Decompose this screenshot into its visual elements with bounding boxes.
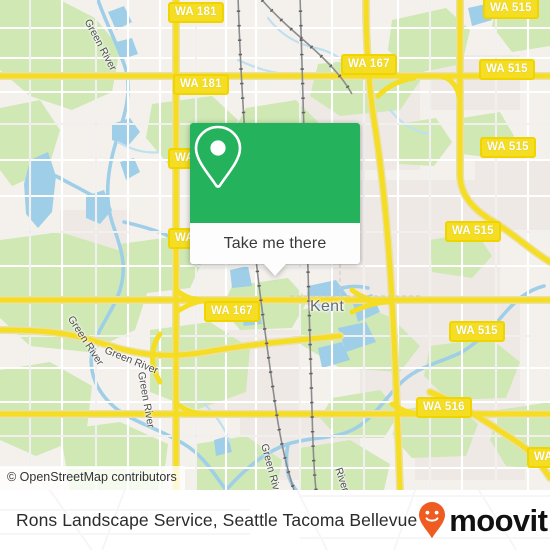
road-shield-wa515[interactable]: WA 515 bbox=[480, 137, 536, 158]
road-shield-wa515[interactable]: WA 515 bbox=[479, 59, 535, 80]
map-attribution[interactable]: © OpenStreetMap contributors bbox=[0, 466, 185, 490]
road-shield-wa515[interactable]: WA 515 bbox=[483, 0, 539, 19]
road-shield-wa181[interactable]: WA 181 bbox=[168, 2, 224, 23]
page-footer: Rons Landscape Service, Seattle Tacoma B… bbox=[0, 490, 550, 550]
map-canvas[interactable]: Kent Green River Green River Green River… bbox=[0, 0, 550, 490]
popup-tail-arrow bbox=[264, 264, 286, 276]
road-shield-wa181[interactable]: WA 181 bbox=[173, 74, 229, 95]
moovit-smiley-pin-icon bbox=[419, 502, 446, 538]
road-shield-wa167[interactable]: WA 167 bbox=[204, 301, 260, 322]
moovit-wordmark: moovit bbox=[449, 502, 548, 538]
road-shield-wa515[interactable]: WA 515 bbox=[445, 221, 501, 242]
place-label-kent: Kent bbox=[310, 298, 345, 315]
road-shield-wa516[interactable]: WA 516 bbox=[416, 397, 472, 418]
map-screenshot: Kent Green River Green River Green River… bbox=[0, 0, 550, 550]
popup-footer[interactable]: Take me there bbox=[190, 223, 360, 264]
road-shield-wa515[interactable]: WA 515 bbox=[527, 447, 550, 468]
destination-popup[interactable]: Take me there bbox=[190, 123, 360, 276]
map-pin-icon bbox=[194, 125, 242, 188]
footer-title: Rons Landscape Service, Seattle Tacoma B… bbox=[16, 509, 418, 530]
moovit-brand[interactable]: moovit bbox=[417, 501, 548, 539]
popup-header bbox=[190, 123, 360, 223]
take-me-there-label: Take me there bbox=[223, 234, 327, 252]
road-shield-wa167[interactable]: WA 167 bbox=[341, 54, 397, 75]
road-shield-wa515[interactable]: WA 515 bbox=[449, 321, 505, 342]
